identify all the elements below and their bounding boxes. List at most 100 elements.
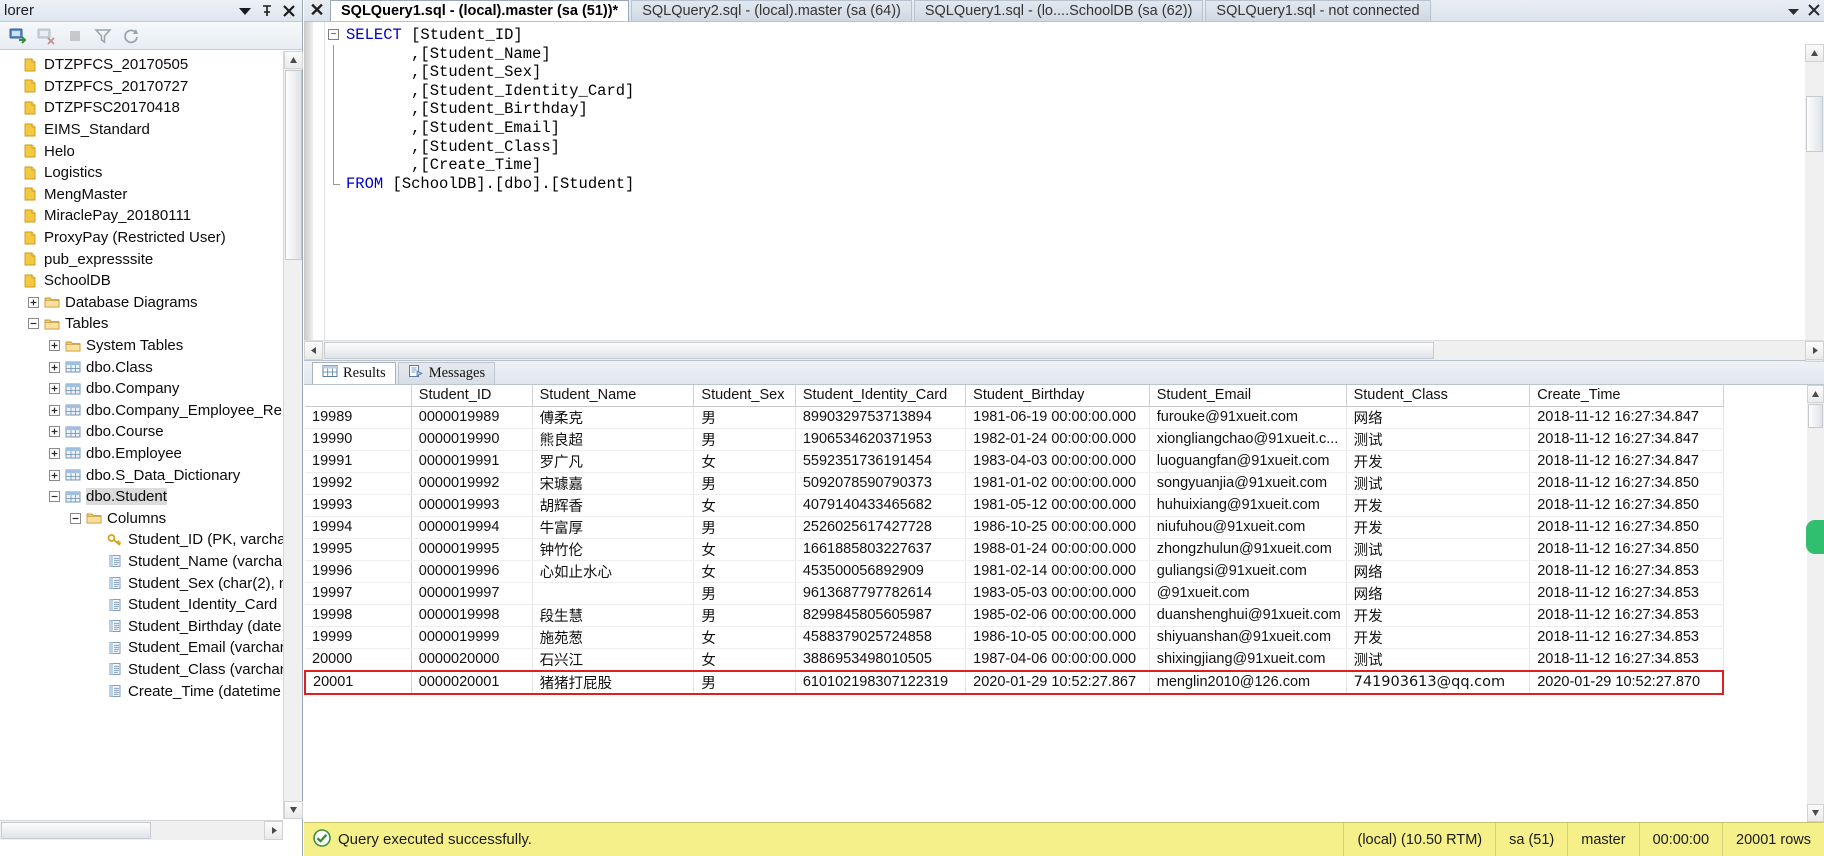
tree-item-student-identity-card[interactable]: Student_Identity_Card (0, 594, 283, 616)
collapse-toggle-icon[interactable] (48, 490, 61, 503)
column-header-create_time[interactable]: Create_Time (1529, 385, 1724, 407)
tree-item-dbo-s-data-dictionary[interactable]: dbo.S_Data_Dictionary (0, 464, 283, 486)
table-cell[interactable]: luoguangfan@91xueit.com (1149, 450, 1347, 473)
tree-item-proxypay-restricted-user[interactable]: ProxyPay (Restricted User) (0, 227, 283, 249)
tree-item-columns[interactable]: Columns (0, 507, 283, 529)
row-number-cell[interactable]: 19992 (305, 472, 412, 495)
tree-item-dbo-student[interactable]: dbo.Student (0, 486, 283, 508)
table-cell[interactable]: xiongliangchao@91xueit.c... (1149, 428, 1347, 451)
table-cell[interactable]: 测试 (1346, 472, 1531, 495)
table-cell[interactable]: 0000019993 (411, 494, 533, 517)
table-row[interactable]: 19996 0000019996 心如止水心女 453500056892909 1981… (305, 560, 1724, 583)
row-number-cell[interactable]: 19994 (305, 516, 412, 539)
table-cell[interactable]: huhuixiang@91xueit.com (1149, 494, 1347, 517)
table-row[interactable]: 20000 0000020000 石兴江女 3886953498010505 1987-… (305, 648, 1724, 671)
results-vertical-scrollbar[interactable] (1807, 385, 1824, 822)
table-cell[interactable]: guliangsi@91xueit.com (1149, 560, 1347, 583)
table-cell[interactable]: 猪猪打屁股 (532, 669, 695, 695)
table-cell[interactable]: 网络 (1346, 406, 1531, 429)
filter-icon[interactable] (90, 24, 116, 48)
table-cell[interactable]: 2018-11-12 16:27:34.847 (1529, 428, 1724, 451)
table-cell[interactable]: 5592351736191454 (795, 450, 967, 473)
expand-toggle-icon[interactable] (48, 447, 61, 460)
tree-item-pub-expresssite[interactable]: pub_expresssite (0, 248, 283, 270)
table-cell[interactable]: 宋璩嘉 (532, 472, 695, 495)
table-row[interactable]: 19998 0000019998 段生慧男 8299845805605987 1985-… (305, 604, 1724, 627)
column-header-student_email[interactable]: Student_Email (1149, 385, 1347, 407)
results-vscroll-down-arrow[interactable] (1807, 804, 1824, 822)
sql-editor[interactable]: − SELECT [Student_ID] ,[Student_Name] ,[S… (304, 22, 1824, 362)
table-cell[interactable]: 1988-01-24 00:00:00.000 (965, 538, 1150, 561)
table-cell[interactable]: 1661885803227637 (795, 538, 967, 561)
table-cell[interactable]: 心如止水心 (532, 560, 695, 583)
row-number-cell[interactable]: 19999 (305, 626, 412, 649)
table-row[interactable]: 19993 0000019993 胡辉香女 4079140433465682 1981-… (305, 494, 1724, 517)
table-row[interactable]: 19995 0000019995 钟竹伦女 1661885803227637 1988-… (305, 538, 1724, 561)
tree-item-student-email-varchar[interactable]: Student_Email (varchar (0, 637, 283, 659)
tree-item-miraclepay-20180111[interactable]: MiraclePay_20180111 (0, 205, 283, 227)
table-cell[interactable]: 2018-11-12 16:27:34.853 (1529, 582, 1724, 605)
expand-toggle-icon[interactable] (48, 339, 61, 352)
tree-item-student-id-pk-varcha[interactable]: Student_ID (PK, varcha (0, 529, 283, 551)
editor-vscroll-up-arrow[interactable] (1805, 44, 1824, 62)
table-cell[interactable]: 0000019997 (411, 582, 533, 605)
explorer-vscroll-thumb[interactable] (285, 70, 302, 260)
table-cell[interactable]: 1986-10-25 00:00:00.000 (965, 516, 1150, 539)
row-number-cell[interactable]: 19991 (305, 450, 412, 473)
table-cell[interactable]: 石兴江 (532, 648, 695, 671)
explorer-vertical-scrollbar[interactable] (283, 51, 303, 819)
tree-item-database-diagrams[interactable]: Database Diagrams (0, 292, 283, 314)
table-cell[interactable]: 熊良超 (532, 428, 695, 451)
disconnect-icon[interactable] (34, 24, 60, 48)
editor-vscroll-thumb[interactable] (1806, 96, 1823, 152)
tree-item-student-birthday-date[interactable]: Student_Birthday (date (0, 615, 283, 637)
results-tab-results[interactable]: Results (312, 362, 396, 384)
explorer-hscroll-thumb[interactable] (1, 822, 151, 839)
table-cell[interactable]: 男 (693, 516, 796, 539)
table-cell[interactable]: 男 (693, 428, 796, 451)
table-cell[interactable]: 2018-11-12 16:27:34.847 (1529, 450, 1724, 473)
table-cell[interactable]: 2018-11-12 16:27:34.853 (1529, 626, 1724, 649)
editor-tab-3[interactable]: SQLQuery1.sql - (lo....SchoolDB (sa (62)… (913, 0, 1204, 21)
table-cell[interactable]: 2020-01-29 10:52:27.870 (1529, 669, 1725, 695)
tree-item-student-name-varcha[interactable]: Student_Name (varcha (0, 551, 283, 573)
column-header-student_id[interactable]: Student_ID (411, 385, 533, 407)
table-row[interactable]: 19991 0000019991 罗广凡女 5592351736191454 1983-… (305, 450, 1724, 473)
table-cell[interactable]: 1981-06-19 00:00:00.000 (965, 406, 1150, 429)
sql-code-text[interactable]: − SELECT [Student_ID] ,[Student_Name] ,[S… (322, 26, 1804, 338)
tree-item-system-tables[interactable]: System Tables (0, 335, 283, 357)
tree-item-eims-standard[interactable]: EIMS_Standard (0, 119, 283, 141)
column-header-student_sex[interactable]: Student_Sex (693, 385, 796, 407)
collapse-toggle-icon[interactable] (27, 317, 40, 330)
table-cell[interactable]: 2018-11-12 16:27:34.853 (1529, 560, 1724, 583)
table-cell[interactable]: 测试 (1346, 648, 1531, 671)
collapse-toggle-icon[interactable] (69, 512, 82, 525)
table-cell[interactable]: 男 (693, 472, 796, 495)
tree-item-student-sex-char-2-n[interactable]: Student_Sex (char(2), n (0, 572, 283, 594)
table-cell[interactable]: niufuhou@91xueit.com (1149, 516, 1347, 539)
close-icon[interactable]: ✕ (304, 0, 330, 21)
tree-item-helo[interactable]: Helo (0, 140, 283, 162)
table-cell[interactable]: 女 (693, 560, 796, 583)
table-cell[interactable]: 8299845805605987 (795, 604, 967, 627)
tree-item-dbo-company[interactable]: dbo.Company (0, 378, 283, 400)
table-cell[interactable]: 1981-01-02 00:00:00.000 (965, 472, 1150, 495)
table-cell[interactable]: 测试 (1346, 538, 1531, 561)
table-cell[interactable]: 0000019996 (411, 560, 533, 583)
table-cell[interactable]: 1986-10-05 00:00:00.000 (965, 626, 1150, 649)
row-number-cell[interactable]: 19995 (305, 538, 412, 561)
explorer-hscroll-right-arrow[interactable] (264, 821, 283, 840)
explorer-horizontal-scrollbar[interactable] (0, 820, 283, 840)
tree-item-dtzpfcs-20170727[interactable]: DTZPFCS_20170727 (0, 76, 283, 98)
results-grid[interactable]: Student_ID Student_Name Student_Sex Student… (304, 385, 1807, 822)
expand-toggle-icon[interactable] (48, 382, 61, 395)
editor-tab-4[interactable]: SQLQuery1.sql - not connected (1205, 0, 1431, 21)
table-cell[interactable]: 610102198307122319 (795, 669, 967, 695)
column-header-student_name[interactable]: Student_Name (532, 385, 695, 407)
fold-toggle-icon[interactable]: − (328, 29, 339, 40)
table-row[interactable]: 19994 0000019994 牛富厚男 2526025617427728 1986-… (305, 516, 1724, 539)
editor-hscroll-thumb[interactable] (324, 342, 1434, 359)
table-cell[interactable]: 男 (693, 669, 796, 695)
refresh-icon[interactable] (118, 24, 144, 48)
tree-item-student-class-varchar[interactable]: Student_Class (varchar (0, 659, 283, 681)
